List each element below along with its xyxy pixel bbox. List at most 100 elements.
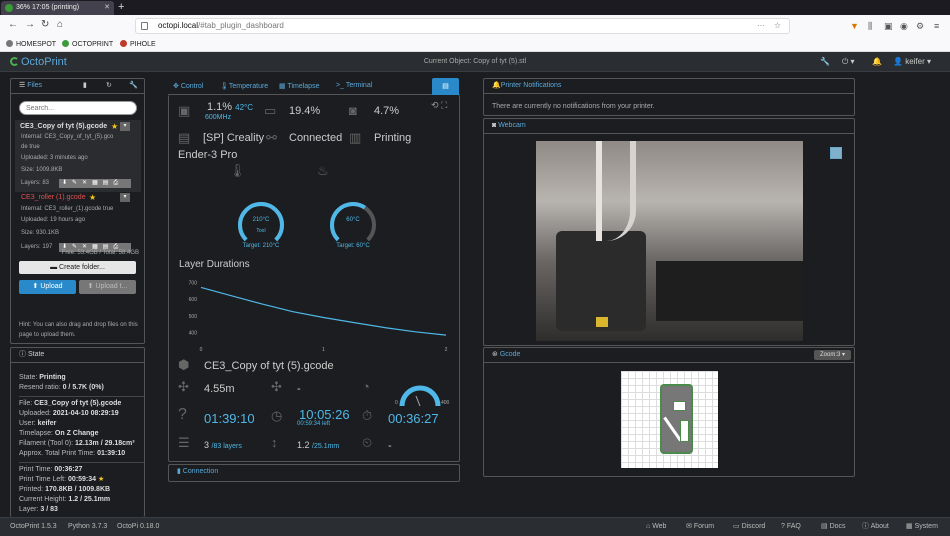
power-icon[interactable]: ⏻ ▾ bbox=[842, 57, 855, 67]
footer-link-system[interactable]: ▦ System bbox=[906, 518, 938, 535]
lock-icon bbox=[141, 22, 148, 30]
files-title[interactable]: Files bbox=[27, 82, 42, 89]
file-name[interactable]: CE3_roller (1).gcode bbox=[21, 194, 86, 201]
file-layers: Layers: 83 bbox=[21, 180, 50, 186]
fan-icon: ✣ bbox=[178, 379, 189, 394]
menu-icon[interactable]: ≡ bbox=[934, 20, 939, 32]
heated-bed-icon: ♨ bbox=[317, 163, 329, 178]
bed-temp-value: 60°C bbox=[346, 217, 360, 223]
info-icon: ⓘ bbox=[19, 351, 28, 358]
gcode-panel: ⊛ Gcode Zoom:3 ▾ bbox=[483, 347, 855, 477]
upload-button[interactable]: ⬆ Upload bbox=[19, 280, 76, 294]
tab-timelapse[interactable]: ▦ Timelapse bbox=[279, 82, 319, 90]
x-tick-label: 1 bbox=[322, 347, 325, 353]
create-folder-button[interactable]: ▬ Create folder... bbox=[19, 261, 136, 274]
hotend-icon: 🌡 bbox=[229, 163, 246, 178]
page-actions-icon[interactable]: ··· bbox=[757, 19, 765, 33]
tab-control[interactable]: ✥ Control bbox=[173, 82, 203, 90]
thermometer-icon: 🌡 bbox=[220, 83, 229, 90]
home-icon[interactable]: ⌂ bbox=[57, 19, 63, 31]
gcode-feature bbox=[673, 401, 686, 411]
account-icon[interactable]: ◉ bbox=[900, 20, 908, 32]
webcam-frame bbox=[656, 261, 803, 321]
file-size: Size: 1009.8KB bbox=[21, 167, 63, 173]
bookmark-pihole[interactable]: PIHOLE bbox=[120, 39, 156, 50]
bell-icon[interactable]: 🔔 bbox=[872, 57, 882, 66]
printer-name: [SP] Creality bbox=[203, 132, 265, 144]
time-left: 00:59:34 left bbox=[297, 421, 331, 427]
url-bar[interactable]: octopi.local/#tab_plugin_dashboard ··· ☆ bbox=[135, 18, 790, 34]
connection-header[interactable]: ▮ Connection bbox=[169, 465, 459, 480]
wrench-icon[interactable]: 🔧 bbox=[820, 57, 830, 66]
filament-length: 4.55m bbox=[204, 383, 235, 395]
state-header: ⓘ State bbox=[11, 348, 144, 363]
list-icon: ☰ bbox=[19, 82, 28, 89]
reload-icon[interactable]: ↻ bbox=[41, 19, 49, 31]
footer-link-discord[interactable]: ▭ Discord bbox=[733, 518, 765, 535]
extensions-icon[interactable]: ⚙ bbox=[916, 20, 924, 32]
printer-model: Ender-3 Pro bbox=[178, 149, 238, 161]
footer-link-faq[interactable]: ? FAQ bbox=[781, 518, 801, 535]
user-menu[interactable]: 👤 keifer ▾ bbox=[893, 57, 931, 66]
tab-temperature[interactable]: 🌡Temperature bbox=[220, 82, 268, 90]
footer-link-web[interactable]: ⌂ Web bbox=[646, 518, 666, 535]
file-item[interactable]: CE3_Copy of tyt (5).gcode ★ ▾ Internal: … bbox=[15, 120, 141, 192]
file-name[interactable]: CE3_Copy of tyt (5).gcode bbox=[20, 123, 107, 130]
files-header: ☰ Files ▮ ↻ 🔧 bbox=[11, 79, 144, 94]
file-actions[interactable]: ⬇✎✕▦▤⎙ bbox=[59, 179, 131, 188]
timer-icon: ⏲ bbox=[362, 435, 373, 450]
refresh-icon[interactable]: ↻ bbox=[106, 79, 112, 93]
bookmark-homespot[interactable]: HOMESPOT bbox=[6, 39, 56, 50]
globe-icon bbox=[6, 40, 13, 47]
file-dropdown[interactable]: ▾ bbox=[120, 193, 130, 202]
x-tick-label: 2 bbox=[445, 347, 448, 353]
speed-gauge-min: 0 bbox=[395, 400, 398, 406]
library-icon[interactable]: ⫼ bbox=[868, 20, 872, 32]
notifications-panel: 🔔Printer Notifications There are current… bbox=[483, 78, 855, 116]
terminal-icon: >_ bbox=[336, 82, 346, 89]
browser-tab[interactable]: 36% 17:05 (printing) ✕ bbox=[1, 1, 114, 15]
notifications-text: There are currently no notifications fro… bbox=[492, 103, 655, 110]
new-tab-button[interactable]: + bbox=[118, 0, 124, 14]
upload-sd-button[interactable]: ⬆ Upload t... bbox=[79, 280, 136, 294]
close-tab-icon[interactable]: ✕ bbox=[104, 1, 110, 15]
star-icon: ★ bbox=[111, 122, 119, 131]
disk-pct: 4.7% bbox=[374, 105, 400, 117]
pocket-icon[interactable]: ▼ bbox=[850, 20, 859, 32]
fullscreen-icon[interactable] bbox=[830, 147, 842, 159]
bookmark-star-icon[interactable]: ☆ bbox=[774, 19, 781, 33]
tab-title: 36% 17:05 (printing) bbox=[16, 4, 80, 11]
webcam-panel: ◙ Webcam bbox=[483, 118, 855, 346]
footer-link-docs[interactable]: ▤ Docs bbox=[821, 518, 846, 535]
star-icon: ★ bbox=[89, 193, 97, 202]
sidebar-icon[interactable]: ▣ bbox=[884, 20, 893, 32]
file-internal: Internal: CE3_roller_(1).gcode true bbox=[21, 206, 114, 212]
speed-gauge bbox=[399, 385, 441, 407]
sd-card-icon[interactable]: ▮ bbox=[83, 79, 87, 93]
forward-icon[interactable]: → bbox=[25, 19, 35, 31]
printer-icon: ▤ bbox=[178, 130, 191, 145]
url-host: octopi.local bbox=[158, 21, 199, 30]
state-body: State: Printing Resend ratio: 0 / 5.7K (… bbox=[19, 373, 144, 515]
file-dropdown[interactable]: ▾ bbox=[120, 122, 130, 131]
eta-time: 10:05:26 bbox=[299, 407, 350, 422]
bell-icon: 🔔 bbox=[492, 82, 501, 89]
octoprint-favicon-icon bbox=[5, 4, 13, 12]
file-item[interactable]: CE3_roller (1).gcode ★ ▾ Internal: CE3_r… bbox=[15, 192, 141, 252]
footer-link-about[interactable]: ⓘ About bbox=[862, 518, 889, 535]
tab-dashboard[interactable]: ▤ bbox=[432, 78, 459, 95]
footer-link-forum[interactable]: ✉ Forum bbox=[686, 518, 714, 535]
file-search-input[interactable] bbox=[19, 101, 137, 115]
y-tick-label: 400 bbox=[189, 331, 198, 337]
zoom-dropdown[interactable]: Zoom:3 ▾ bbox=[814, 350, 851, 360]
tool-label: Tool bbox=[256, 228, 266, 234]
bed-target: Target: 60°C bbox=[336, 243, 370, 249]
tab-terminal[interactable]: >_ Terminal bbox=[336, 82, 372, 89]
bookmark-octoprint[interactable]: OCTOPRINT bbox=[62, 39, 113, 50]
wrench-icon[interactable]: 🔧 bbox=[129, 79, 138, 93]
gcode-viewer[interactable] bbox=[621, 371, 718, 468]
bookmarks-bar: HOMESPOT OCTOPRINT PIHOLE bbox=[0, 37, 950, 52]
settings-icons[interactable]: ⟲ ⛶ bbox=[431, 100, 447, 111]
height-progress: 1.2 /25.1mm bbox=[297, 440, 340, 450]
back-icon[interactable]: ← bbox=[8, 19, 18, 31]
